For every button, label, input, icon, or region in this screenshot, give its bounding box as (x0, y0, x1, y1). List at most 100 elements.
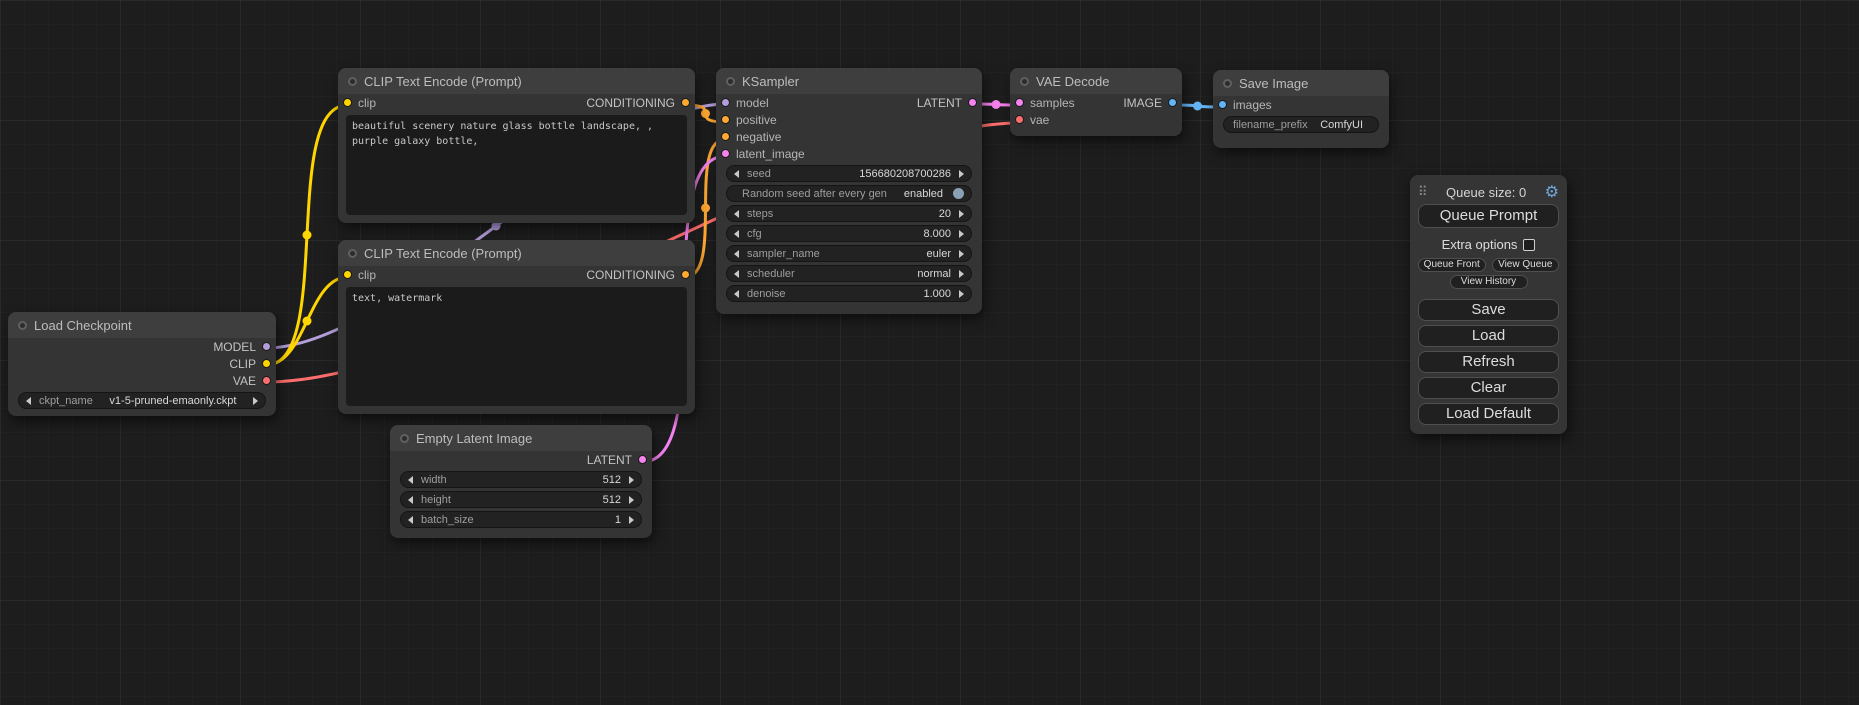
slot-samples-input[interactable] (1015, 98, 1024, 107)
next-value-icon[interactable] (253, 397, 258, 405)
slot-label-model: MODEL (213, 340, 256, 354)
collapse-dot-icon[interactable] (726, 77, 735, 86)
random-seed-toggle-widget[interactable]: Random seed after every gen enabled (726, 185, 972, 202)
node-clip-text-encode-negative[interactable]: CLIP Text Encode (Prompt) clip CONDITION… (338, 240, 695, 414)
view-history-button[interactable]: View History (1450, 275, 1528, 289)
node-titlebar[interactable]: CLIP Text Encode (Prompt) (338, 240, 695, 266)
collapse-dot-icon[interactable] (18, 321, 27, 330)
width-widget[interactable]: width 512 (400, 471, 642, 488)
decrement-icon[interactable] (734, 290, 739, 298)
slot-negative-input[interactable] (721, 132, 730, 141)
slot-clip-input[interactable] (343, 98, 352, 107)
next-value-icon[interactable] (959, 250, 964, 258)
queue-prompt-button[interactable]: Queue Prompt (1418, 204, 1559, 228)
node-titlebar[interactable]: Load Checkpoint (8, 312, 276, 338)
next-value-icon[interactable] (959, 270, 964, 278)
drag-handle-icon[interactable] (1418, 183, 1428, 201)
collapse-dot-icon[interactable] (348, 249, 357, 258)
collapse-dot-icon[interactable] (348, 77, 357, 86)
slot-conditioning-output[interactable] (681, 270, 690, 279)
increment-icon[interactable] (629, 496, 634, 504)
slot-label-samples: samples (1030, 96, 1075, 110)
slot-latent-image-input[interactable] (721, 149, 730, 158)
node-title: CLIP Text Encode (Prompt) (364, 74, 522, 89)
node-graph-canvas[interactable]: Load Checkpoint MODEL CLIP VAE ckpt_name… (0, 0, 1859, 705)
node-ksampler[interactable]: KSampler model LATENT positive negative … (716, 68, 982, 314)
increment-icon[interactable] (629, 476, 634, 484)
decrement-icon[interactable] (408, 476, 413, 484)
sampler-name-widget[interactable]: sampler_name euler (726, 245, 972, 262)
node-titlebar[interactable]: KSampler (716, 68, 982, 94)
link-midpoint-negative-conditioning-to-ksampler (701, 204, 710, 213)
decrement-icon[interactable] (734, 230, 739, 238)
batch-size-widget[interactable]: batch_size 1 (400, 511, 642, 528)
scheduler-widget[interactable]: scheduler normal (726, 265, 972, 282)
node-titlebar[interactable]: Empty Latent Image (390, 425, 652, 451)
slot-latent-output[interactable] (968, 98, 977, 107)
slot-vae-input[interactable] (1015, 115, 1024, 124)
widget-value: euler (927, 248, 959, 260)
node-titlebar[interactable]: VAE Decode (1010, 68, 1182, 94)
steps-widget[interactable]: steps 20 (726, 205, 972, 222)
prev-value-icon[interactable] (734, 270, 739, 278)
node-save-image[interactable]: Save Image images filename_prefix ComfyU… (1213, 70, 1389, 148)
decrement-icon[interactable] (734, 170, 739, 178)
widget-label: Random seed after every gen (742, 188, 887, 200)
toggle-knob-icon[interactable] (953, 188, 964, 199)
slot-clip-input[interactable] (343, 270, 352, 279)
view-queue-button[interactable]: View Queue (1492, 258, 1560, 272)
prev-value-icon[interactable] (26, 397, 31, 405)
slot-model-input[interactable] (721, 98, 730, 107)
node-empty-latent-image[interactable]: Empty Latent Image LATENT width 512 heig… (390, 425, 652, 538)
prev-value-icon[interactable] (734, 250, 739, 258)
collapse-dot-icon[interactable] (1223, 79, 1232, 88)
prompt-textarea[interactable]: beautiful scenery nature glass bottle la… (346, 115, 687, 215)
queue-size-label: Queue size: 0 (1428, 185, 1545, 200)
filename-prefix-widget[interactable]: filename_prefix ComfyUI (1223, 116, 1379, 133)
denoise-widget[interactable]: denoise 1.000 (726, 285, 972, 302)
increment-icon[interactable] (959, 290, 964, 298)
slot-vae-output[interactable] (262, 376, 271, 385)
collapse-dot-icon[interactable] (400, 434, 409, 443)
slot-images-input[interactable] (1218, 100, 1227, 109)
slot-clip-output[interactable] (262, 359, 271, 368)
node-load-checkpoint[interactable]: Load Checkpoint MODEL CLIP VAE ckpt_name… (8, 312, 276, 416)
prompt-textarea[interactable]: text, watermark (346, 287, 687, 406)
slot-latent-output[interactable] (638, 455, 647, 464)
load-default-button[interactable]: Load Default (1418, 403, 1559, 425)
slot-conditioning-output[interactable] (681, 98, 690, 107)
widget-value: ComfyUI (1320, 119, 1371, 131)
collapse-dot-icon[interactable] (1020, 77, 1029, 86)
clear-button[interactable]: Clear (1418, 377, 1559, 399)
queue-front-button[interactable]: Queue Front (1418, 258, 1486, 272)
height-widget[interactable]: height 512 (400, 491, 642, 508)
load-button[interactable]: Load (1418, 325, 1559, 347)
seed-widget[interactable]: seed 156680208700286 (726, 165, 972, 182)
decrement-icon[interactable] (408, 516, 413, 524)
slot-label-model: model (736, 96, 769, 110)
slot-label-clip: clip (358, 268, 376, 282)
settings-gear-icon[interactable] (1545, 182, 1559, 202)
widget-value: v1-5-pruned-emaonly.ckpt (93, 395, 253, 407)
node-titlebar[interactable]: CLIP Text Encode (Prompt) (338, 68, 695, 94)
cfg-widget[interactable]: cfg 8.000 (726, 225, 972, 242)
node-vae-decode[interactable]: VAE Decode samples IMAGE vae (1010, 68, 1182, 136)
ckpt-name-widget[interactable]: ckpt_name v1-5-pruned-emaonly.ckpt (18, 392, 266, 409)
slot-model-output[interactable] (262, 342, 271, 351)
increment-icon[interactable] (959, 230, 964, 238)
increment-icon[interactable] (959, 170, 964, 178)
node-title: Save Image (1239, 76, 1308, 91)
node-titlebar[interactable]: Save Image (1213, 70, 1389, 96)
decrement-icon[interactable] (734, 210, 739, 218)
increment-icon[interactable] (959, 210, 964, 218)
slot-image-output[interactable] (1168, 98, 1177, 107)
extra-options-checkbox[interactable] (1523, 239, 1535, 251)
decrement-icon[interactable] (408, 496, 413, 504)
widget-label: seed (747, 168, 771, 180)
increment-icon[interactable] (629, 516, 634, 524)
save-button[interactable]: Save (1418, 299, 1559, 321)
node-clip-text-encode-positive[interactable]: CLIP Text Encode (Prompt) clip CONDITION… (338, 68, 695, 223)
slot-positive-input[interactable] (721, 115, 730, 124)
refresh-button[interactable]: Refresh (1418, 351, 1559, 373)
widget-label: sampler_name (747, 248, 820, 260)
